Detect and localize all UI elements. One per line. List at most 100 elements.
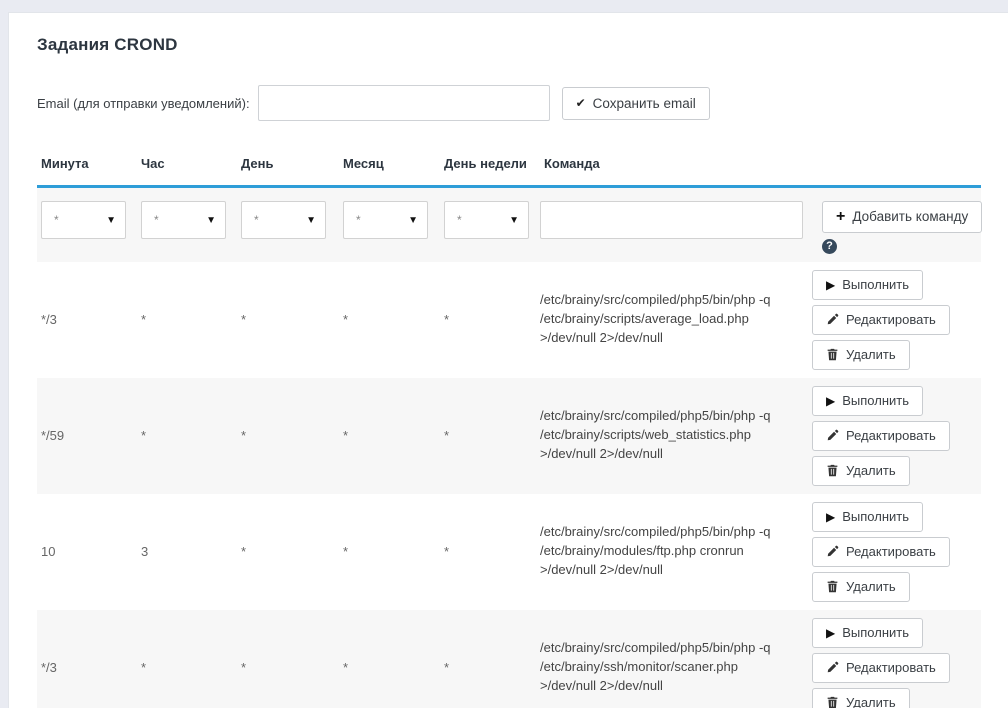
- add-command-label: Добавить команду: [852, 209, 968, 224]
- delete-label: Удалить: [846, 579, 896, 594]
- delete-button[interactable]: Удалить: [812, 340, 910, 370]
- month-select-wrap: * ▼: [343, 201, 428, 239]
- table-header-row: Минута Час День Месяц День недели Команд…: [37, 145, 981, 188]
- day-value: *: [237, 428, 339, 443]
- run-label: Выполнить: [842, 509, 909, 524]
- crond-panel: Задания CROND Email (для отправки уведом…: [8, 12, 1008, 708]
- play-icon: ▶: [826, 278, 835, 292]
- hour-value: *: [137, 428, 237, 443]
- cron-table: Минута Час День Месяц День недели Команд…: [37, 145, 981, 708]
- email-label: Email (для отправки уведомлений):: [37, 96, 250, 111]
- command-text: /etc/brainy/src/compiled/php5/bin/php -q…: [540, 407, 812, 464]
- weekday-select[interactable]: *: [445, 202, 528, 238]
- weekday-value: *: [440, 312, 540, 327]
- save-email-label: Сохранить email: [593, 96, 696, 111]
- command-line: >/dev/null 2>/dev/null: [540, 561, 796, 580]
- month-value: *: [339, 660, 440, 675]
- delete-button[interactable]: Удалить: [812, 688, 910, 708]
- command-line: /etc/brainy/modules/ftp.php cronrun: [540, 542, 796, 561]
- delete-button[interactable]: Удалить: [812, 572, 910, 602]
- trash-icon: [826, 464, 839, 477]
- header-month: Месяц: [339, 145, 440, 185]
- row-actions: ▶ Выполнить Редактировать Удалить: [812, 262, 981, 378]
- row-actions: ▶ Выполнить Редактировать Удалить: [812, 610, 981, 708]
- command-input-cell: [540, 201, 812, 239]
- minute-select-wrap: * ▼: [41, 201, 126, 239]
- command-line: >/dev/null 2>/dev/null: [540, 329, 796, 348]
- minute-value: */3: [37, 660, 137, 675]
- trash-icon: [826, 580, 839, 593]
- save-email-button[interactable]: ✔ Сохранить email: [562, 87, 710, 120]
- run-button[interactable]: ▶ Выполнить: [812, 618, 923, 648]
- hour-value: 3: [137, 544, 237, 559]
- run-label: Выполнить: [842, 277, 909, 292]
- day-select-wrap: * ▼: [241, 201, 326, 239]
- edit-button[interactable]: Редактировать: [812, 305, 950, 335]
- day-select[interactable]: *: [242, 202, 325, 238]
- weekday-select-wrap: * ▼: [444, 201, 529, 239]
- minute-value: */59: [37, 428, 137, 443]
- minute-value: */3: [37, 312, 137, 327]
- minute-select[interactable]: *: [42, 202, 125, 238]
- run-button[interactable]: ▶ Выполнить: [812, 502, 923, 532]
- plus-icon: +: [836, 208, 845, 226]
- pencil-icon: [826, 661, 839, 674]
- header-hour: Час: [137, 145, 237, 185]
- command-line: /etc/brainy/scripts/web_statistics.php: [540, 426, 796, 445]
- day-value: *: [237, 312, 339, 327]
- command-line: /etc/brainy/src/compiled/php5/bin/php -q: [540, 291, 796, 310]
- command-line: /etc/brainy/src/compiled/php5/bin/php -q: [540, 407, 796, 426]
- weekday-value: *: [440, 660, 540, 675]
- pencil-icon: [826, 545, 839, 558]
- header-weekday: День недели: [440, 145, 540, 185]
- row-actions: ▶ Выполнить Редактировать Удалить: [812, 494, 981, 610]
- edit-button[interactable]: Редактировать: [812, 537, 950, 567]
- email-input[interactable]: [258, 85, 550, 121]
- hour-select-wrap: * ▼: [141, 201, 226, 239]
- command-line: /etc/brainy/ssh/monitor/scaner.php: [540, 658, 796, 677]
- table-row: */59 * * * * /etc/brainy/src/compiled/ph…: [37, 378, 981, 494]
- weekday-value: *: [440, 544, 540, 559]
- add-command-button[interactable]: + Добавить команду: [822, 201, 982, 233]
- table-row: 10 3 * * * /etc/brainy/src/compiled/php5…: [37, 494, 981, 610]
- minute-value: 10: [37, 544, 137, 559]
- row-actions: ▶ Выполнить Редактировать Удалить: [812, 378, 981, 494]
- play-icon: ▶: [826, 394, 835, 408]
- month-select[interactable]: *: [344, 202, 427, 238]
- command-text: /etc/brainy/src/compiled/php5/bin/php -q…: [540, 523, 812, 580]
- play-icon: ▶: [826, 626, 835, 640]
- table-row: */3 * * * * /etc/brainy/src/compiled/php…: [37, 610, 981, 708]
- delete-label: Удалить: [846, 695, 896, 708]
- run-button[interactable]: ▶ Выполнить: [812, 386, 923, 416]
- delete-label: Удалить: [846, 463, 896, 478]
- month-value: *: [339, 312, 440, 327]
- command-line: >/dev/null 2>/dev/null: [540, 445, 796, 464]
- delete-button[interactable]: Удалить: [812, 456, 910, 486]
- edit-button[interactable]: Редактировать: [812, 653, 950, 683]
- edit-button[interactable]: Редактировать: [812, 421, 950, 451]
- month-value: *: [339, 428, 440, 443]
- header-command: Команда: [540, 145, 812, 185]
- header-day: День: [237, 145, 339, 185]
- header-minute: Минута: [37, 145, 137, 185]
- day-value: *: [237, 660, 339, 675]
- run-button[interactable]: ▶ Выполнить: [812, 270, 923, 300]
- command-line: /etc/brainy/scripts/average_load.php: [540, 310, 796, 329]
- command-line: /etc/brainy/src/compiled/php5/bin/php -q: [540, 523, 796, 542]
- edit-label: Редактировать: [846, 544, 936, 559]
- pencil-icon: [826, 313, 839, 326]
- help-icon[interactable]: ?: [822, 239, 837, 254]
- command-text: /etc/brainy/src/compiled/php5/bin/php -q…: [540, 291, 812, 348]
- header-actions: [812, 145, 981, 185]
- command-text: /etc/brainy/src/compiled/php5/bin/php -q…: [540, 639, 812, 696]
- command-input[interactable]: [540, 201, 803, 239]
- trash-icon: [826, 696, 839, 708]
- month-value: *: [339, 544, 440, 559]
- pencil-icon: [826, 429, 839, 442]
- day-value: *: [237, 544, 339, 559]
- email-form: Email (для отправки уведомлений): ✔ Сохр…: [37, 85, 980, 121]
- hour-select[interactable]: *: [142, 202, 225, 238]
- check-icon: ✔: [576, 97, 586, 109]
- weekday-value: *: [440, 428, 540, 443]
- add-command-cell: + Добавить команду ?: [812, 201, 982, 254]
